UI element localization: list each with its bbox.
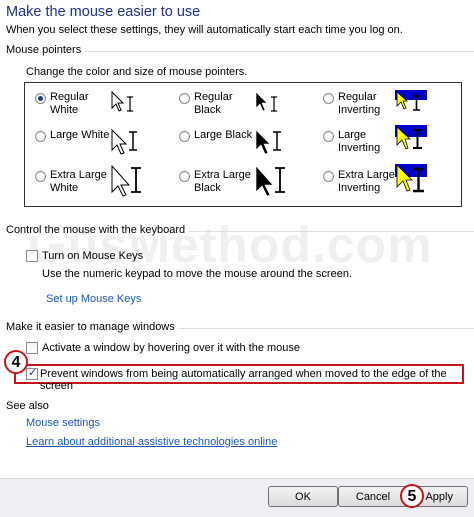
option-label: Large <box>338 129 367 141</box>
black-cursor-preview-icon <box>255 91 277 112</box>
pointer-option-regular-black[interactable]: Regular Black <box>173 87 313 125</box>
mouse-pointers-heading: Mouse pointers <box>6 44 86 56</box>
pointer-option-large-white[interactable]: Large White <box>29 125 169 163</box>
option-label: Extra Large <box>50 169 107 181</box>
windows-heading: Make it easier to manage windows <box>6 321 179 333</box>
prevent-arrange-checkbox[interactable] <box>26 366 38 380</box>
mouse-settings-link[interactable]: Mouse settings <box>26 417 100 429</box>
radio-extra-large-white[interactable] <box>35 171 46 182</box>
radio-regular-black[interactable] <box>179 93 190 104</box>
option-label: Extra Large <box>194 169 251 181</box>
hover-activate-label[interactable]: Activate a window by hovering over it wi… <box>42 342 300 354</box>
intro-text: When you select these settings, they wil… <box>6 24 403 36</box>
large-black-cursor-preview-icon <box>255 129 281 155</box>
see-also-heading: See also <box>6 400 49 412</box>
learn-more-link[interactable]: Learn about additional assistive technol… <box>26 436 277 448</box>
option-label-2: Inverting <box>338 104 381 116</box>
inverting-cursor-preview-icon <box>395 90 427 114</box>
pointer-option-regular-white[interactable]: Regular White <box>29 87 169 125</box>
extra-large-white-cursor-preview-icon <box>111 165 141 197</box>
extra-large-black-cursor-preview-icon <box>255 165 285 197</box>
radio-extra-large-black[interactable] <box>179 171 190 182</box>
windows-section: Make it easier to manage windows <box>6 321 474 335</box>
radio-large-inverting[interactable] <box>323 131 334 142</box>
ok-button[interactable]: OK <box>268 486 338 507</box>
page-title: Make the mouse easier to use <box>6 4 201 20</box>
option-label: Regular <box>194 91 233 103</box>
option-label: Extra Large <box>338 169 395 181</box>
option-label-2: White <box>50 104 79 116</box>
setup-mouse-keys-link[interactable]: Set up Mouse Keys <box>46 293 141 305</box>
option-label-2: Inverting <box>338 142 381 154</box>
mouse-pointers-section: Mouse pointers <box>6 44 474 58</box>
step-5-marker: 5 <box>400 484 424 508</box>
option-label: Large Black <box>194 129 253 141</box>
pointer-option-extra-large-white[interactable]: Extra Large White <box>29 165 169 203</box>
pointer-option-large-inverting[interactable]: Large Inverting <box>317 125 457 163</box>
mouse-pointers-description: Change the color and size of mouse point… <box>26 66 248 78</box>
step-4-marker: 4 <box>4 350 28 374</box>
large-white-cursor-preview-icon <box>111 128 137 155</box>
cancel-button[interactable]: Cancel <box>338 486 408 507</box>
option-label-2: Black <box>194 104 221 116</box>
mouse-keys-label[interactable]: Turn on Mouse Keys <box>42 250 143 262</box>
option-label: Large White <box>50 129 110 141</box>
option-label: Regular <box>50 91 89 103</box>
white-cursor-preview-icon <box>111 90 133 112</box>
radio-large-black[interactable] <box>179 131 190 142</box>
option-label: Regular <box>338 91 377 103</box>
pointer-option-extra-large-inverting[interactable]: Extra Large Inverting <box>317 164 457 203</box>
radio-regular-white[interactable] <box>35 93 46 104</box>
large-inverting-cursor-preview-icon <box>395 125 427 153</box>
prevent-arrange-label[interactable]: Prevent windows from being automatically… <box>40 368 474 392</box>
radio-extra-large-inverting[interactable] <box>323 171 334 182</box>
pointer-option-regular-inverting[interactable]: Regular Inverting <box>317 87 457 125</box>
mouse-keys-description: Use the numeric keypad to move the mouse… <box>42 268 353 280</box>
hover-activate-checkbox[interactable] <box>26 342 38 354</box>
keyboard-section: Control the mouse with the keyboard <box>6 224 474 238</box>
pointer-option-extra-large-black[interactable]: Extra Large Black <box>173 165 313 203</box>
radio-regular-inverting[interactable] <box>323 93 334 104</box>
pointer-scheme-box: Regular White Regular Black Regular Inverti… <box>24 82 462 207</box>
extra-large-inverting-cursor-preview-icon <box>395 164 427 196</box>
mouse-keys-checkbox[interactable] <box>26 250 38 262</box>
pointer-option-large-black[interactable]: Large Black <box>173 125 313 163</box>
radio-large-white[interactable] <box>35 131 46 142</box>
keyboard-heading: Control the mouse with the keyboard <box>6 224 190 236</box>
